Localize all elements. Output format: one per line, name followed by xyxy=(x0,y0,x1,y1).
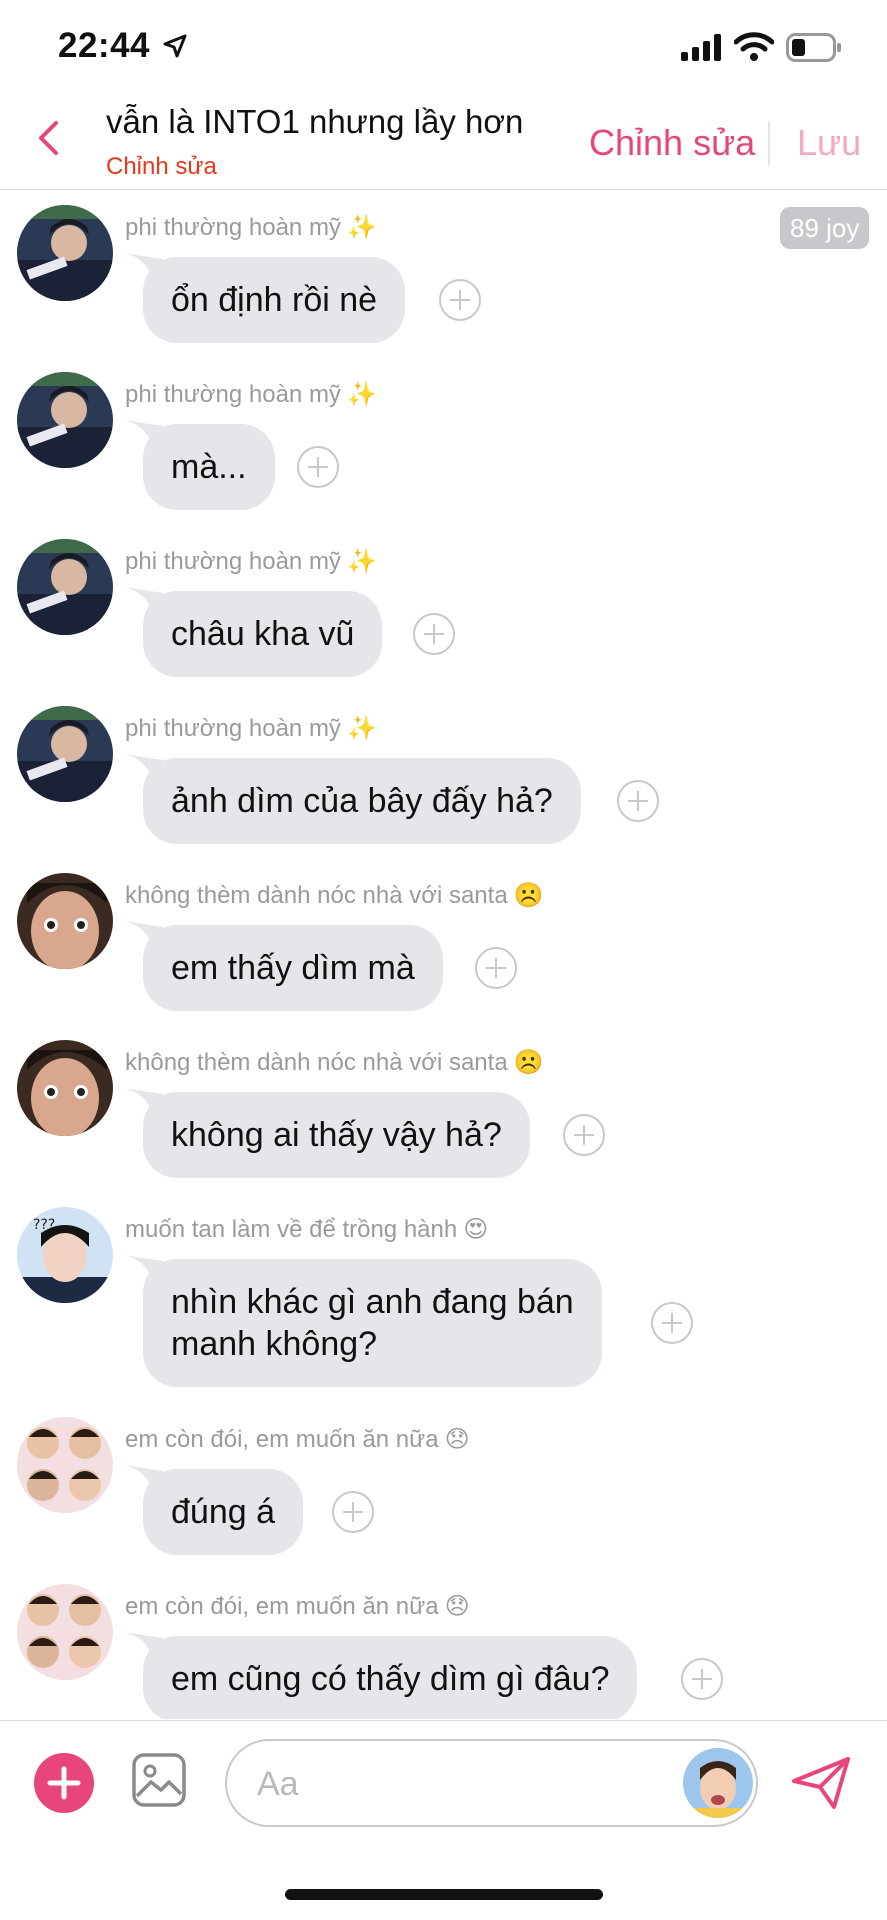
disappointed-face-emoji: 😞 xyxy=(444,1593,470,1620)
add-reaction-icon[interactable] xyxy=(331,1490,375,1534)
message-list[interactable]: 89 joy phi thường hoàn mỹ ✨ ổn định rồi n… xyxy=(0,191,887,1719)
composer-bar xyxy=(0,1720,887,1920)
add-reaction-icon[interactable] xyxy=(680,1657,724,1701)
add-reaction-icon[interactable] xyxy=(650,1301,694,1345)
cellular-signal-icon xyxy=(681,34,721,61)
message-bubble[interactable]: em thấy dìm mà xyxy=(143,925,443,1011)
heart-eyes-emoji: 😍 xyxy=(463,1216,489,1243)
message-bubble[interactable]: nhìn khác gì anh đang bán manh không? xyxy=(143,1259,602,1387)
header-divider xyxy=(768,121,770,165)
add-reaction-icon[interactable] xyxy=(438,278,482,322)
sparkles-emoji: ✨ xyxy=(346,381,377,408)
back-chevron-icon[interactable] xyxy=(28,113,70,163)
sparkles-emoji: ✨ xyxy=(346,548,377,575)
save-button[interactable]: Lưu xyxy=(797,122,861,164)
sender-name: em còn đói, em muốn ăn nữa 😞 xyxy=(125,1593,470,1620)
home-indicator xyxy=(285,1889,603,1900)
add-reaction-icon[interactable] xyxy=(474,946,518,990)
svg-text:???: ??? xyxy=(33,1217,55,1233)
sender-name: không thèm dành nóc nhà với santa ☹️ xyxy=(125,882,544,909)
avatar[interactable] xyxy=(17,1584,113,1680)
sender-name: phi thường hoàn mỹ ✨ xyxy=(125,381,377,408)
avatar[interactable] xyxy=(17,372,113,468)
location-arrow-icon xyxy=(163,34,187,58)
message-input-container[interactable] xyxy=(225,1739,758,1827)
message-bubble[interactable]: em cũng có thấy dìm gì đâu? xyxy=(143,1636,638,1719)
avatar[interactable] xyxy=(17,205,113,301)
frowning-face-emoji: ☹️ xyxy=(513,882,544,909)
avatar[interactable] xyxy=(17,873,113,969)
message-bubble[interactable]: mà... xyxy=(143,424,275,510)
add-attachment-icon[interactable] xyxy=(34,1753,94,1813)
message-line: manh không? xyxy=(171,1325,378,1363)
add-reaction-icon[interactable] xyxy=(562,1113,606,1157)
message-bubble[interactable]: ảnh dìm của bây đấy hả? xyxy=(143,758,581,844)
message-bubble[interactable]: châu kha vũ xyxy=(143,591,383,677)
battery-icon xyxy=(786,33,841,62)
add-reaction-icon[interactable] xyxy=(412,612,456,656)
joy-badge: 89 joy xyxy=(780,207,870,249)
status-bar: 22:44 xyxy=(0,0,887,95)
sticker-avatar[interactable] xyxy=(683,1748,753,1818)
avatar[interactable] xyxy=(17,539,113,635)
send-icon[interactable] xyxy=(790,1755,852,1811)
sender-name: không thèm dành nóc nhà với santa ☹️ xyxy=(125,1049,544,1076)
avatar[interactable] xyxy=(17,1040,113,1136)
sender-name: muốn tan làm về để trồng hành 😍 xyxy=(125,1216,489,1243)
sender-name: phi thường hoàn mỹ ✨ xyxy=(125,715,377,742)
chat-title: vẫn là INTO1 nhưng lầy hơn xyxy=(106,103,524,140)
sender-name: em còn đói, em muốn ăn nữa 😞 xyxy=(125,1426,470,1453)
chat-subtitle[interactable]: Chỉnh sửa xyxy=(106,153,217,181)
avatar[interactable] xyxy=(17,1417,113,1513)
status-time: 22:44 xyxy=(58,26,151,65)
sparkles-emoji: ✨ xyxy=(346,214,377,241)
add-reaction-icon[interactable] xyxy=(616,779,660,823)
avatar[interactable] xyxy=(17,706,113,802)
edit-button[interactable]: Chỉnh sửa xyxy=(589,122,755,164)
frowning-face-emoji: ☹️ xyxy=(513,1049,544,1076)
sender-name: phi thường hoàn mỹ ✨ xyxy=(125,548,377,575)
message-bubble[interactable]: ổn định rồi nè xyxy=(143,257,406,343)
message-bubble[interactable]: đúng á xyxy=(143,1469,303,1555)
disappointed-face-emoji: 😞 xyxy=(444,1426,470,1453)
message-line: nhìn khác gì anh đang bán xyxy=(171,1283,574,1321)
chat-header: vẫn là INTO1 nhưng lầy hơn Chỉnh sửa Chỉ… xyxy=(0,95,887,190)
message-bubble[interactable]: không ai thấy vậy hả? xyxy=(143,1092,530,1178)
image-picker-icon[interactable] xyxy=(131,1752,187,1808)
add-reaction-icon[interactable] xyxy=(296,445,340,489)
avatar[interactable]: ??? xyxy=(17,1207,113,1303)
wifi-icon xyxy=(734,32,774,61)
sender-name: phi thường hoàn mỹ ✨ xyxy=(125,214,377,241)
sparkles-emoji: ✨ xyxy=(346,715,377,742)
message-input[interactable] xyxy=(257,1761,677,1807)
